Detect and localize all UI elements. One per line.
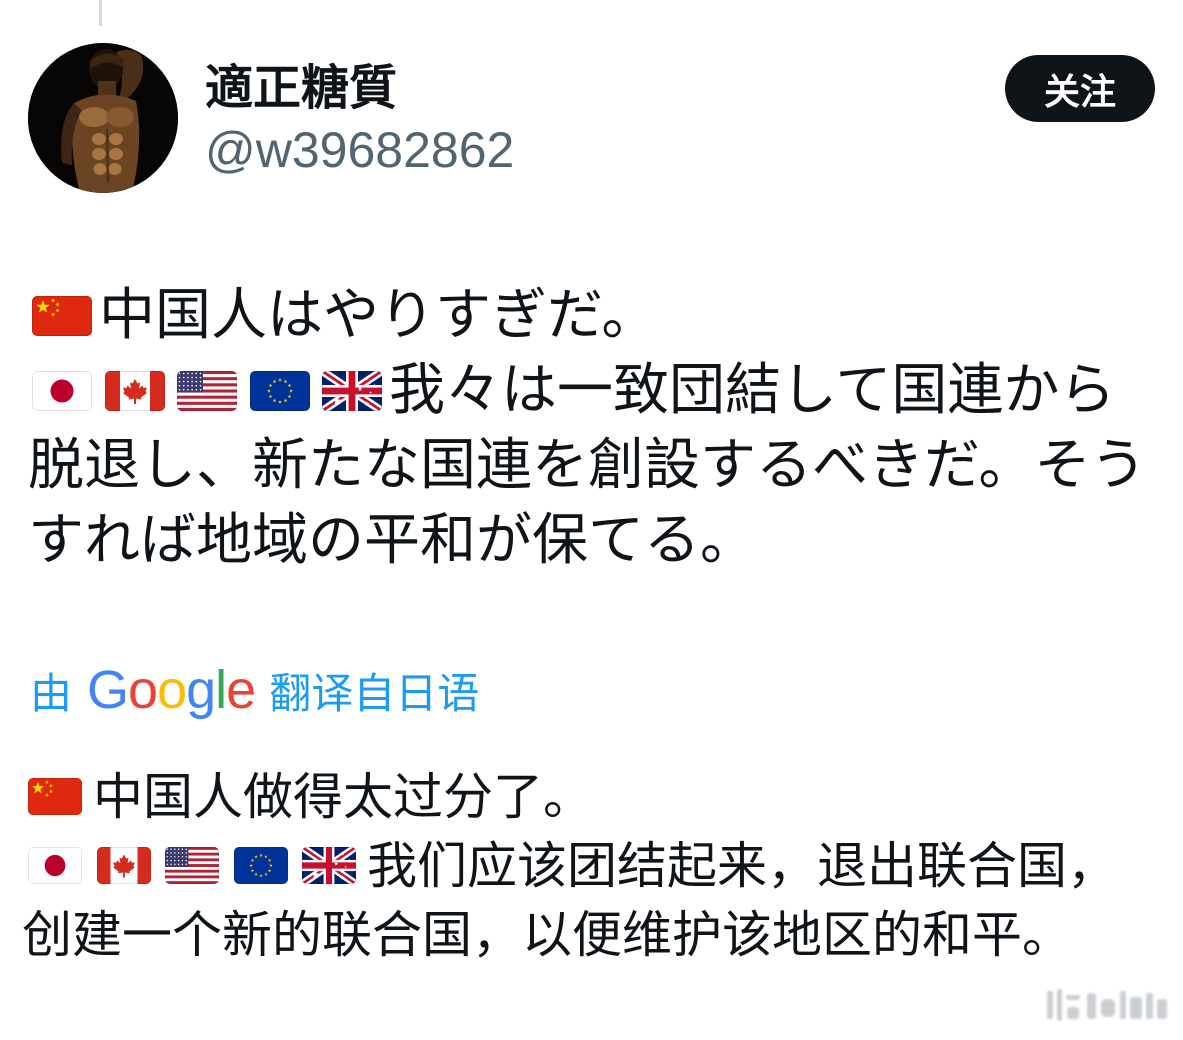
flag-row [28,847,356,884]
japan-flag-icon [32,370,92,411]
thread-connector-line [99,0,102,26]
canada-flag-icon [96,847,151,884]
google-logo-letter: o [157,660,187,720]
translation-prefix: 由 [30,668,73,718]
google-logo: Google [87,660,256,720]
japan-flag-icon [28,847,82,884]
eu-flag-icon [233,847,288,884]
usa-flag-icon [165,847,219,884]
text-line: 脱退し、新たな国連を創設するべきだ。そう [28,428,1180,503]
avatar-photo-icon [28,43,178,193]
google-logo-letter: o [128,660,158,720]
text-line: 创建一个新的联合国，以便维护该地区的和平。 [22,900,1180,969]
text-line: 我们应该团结起来，退出联合国， [22,831,1180,900]
line-text: 创建一个新的联合国，以便维护该地区的和平。 [22,905,1072,964]
watermark [1045,985,1170,1027]
display-name[interactable]: 適正糖質 [205,60,397,116]
usa-flag-icon [177,370,237,411]
avatar[interactable] [28,43,178,193]
eu-flag-icon [249,370,310,411]
translation-source-language: 翻译自日语 [269,668,480,718]
google-logo-letter: e [226,660,256,720]
text-line: すれば地域の平和が保てる。 [28,503,1180,578]
line-text: 中国人はやりすぎだ。 [99,282,658,348]
user-handle[interactable]: @w39682862 [205,120,514,180]
google-logo-letter: g [186,660,216,720]
flag-row [32,370,382,411]
flag-row [32,295,92,336]
australia-flag-icon [322,370,382,411]
google-logo-letter: G [87,660,129,720]
line-text: 我们应该团结起来，退出联合国， [367,836,1117,895]
post-text-original: 中国人はやりすぎだ。 我々は一致団結して国連から 脱退し、新たな国連を創設するべ… [28,278,1180,578]
australia-flag-icon [302,847,356,884]
line-text: すれば地域の平和が保てる。 [28,507,756,573]
china-flag-icon [28,778,82,815]
post-text-translation: 中国人做得太过分了。 我们应该团结起来，退出联合国， 创建一个新的联合国，以便维… [22,762,1180,969]
line-text: 中国人做得太过分了。 [93,767,593,826]
line-text: 脱退し、新たな国連を創設するべきだ。そう [28,432,1147,498]
canada-flag-icon [104,370,165,411]
follow-button[interactable]: 关注 [1005,55,1155,122]
text-line: 我々は一致団結して国連から [28,353,1180,428]
google-logo-letter: l [215,660,227,720]
text-line: 中国人做得太过分了。 [22,762,1180,831]
translation-attribution: 由 Google 翻译自日语 [30,660,479,720]
flag-row [28,778,82,815]
china-flag-icon [32,295,92,336]
line-text: 我々は一致団結して国連から [389,357,1116,423]
tweet-card: 適正糖質 @w39682862 关注 中国人はやりすぎだ。 我々は一致団結して国… [0,0,1183,1040]
text-line: 中国人はやりすぎだ。 [28,278,1180,353]
